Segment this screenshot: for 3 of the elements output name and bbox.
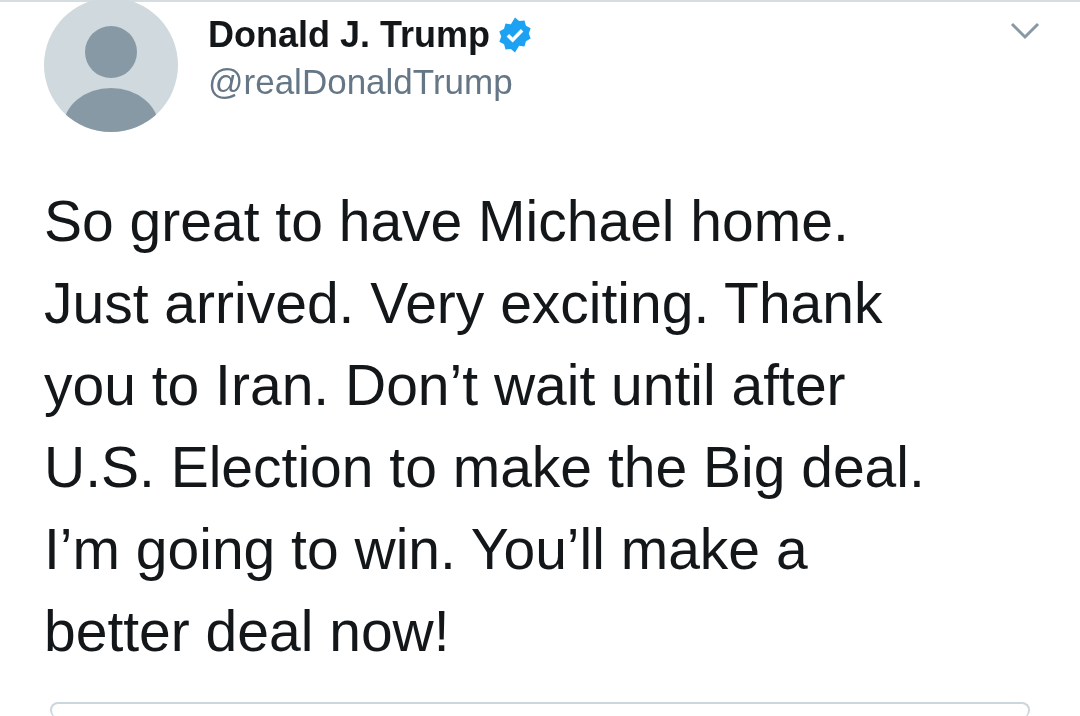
user-name[interactable]: Donald J. Trump [208,12,491,58]
user-handle[interactable]: @realDonaldTrump [208,60,535,104]
tweet-text: So great to have Michael home. Just arrived. Very exciting. Thank you to Iran. Don’t wait until after U.S. Election to make the Big deal. I’m going to win. You’ll make a better deal now! [44,188,926,665]
